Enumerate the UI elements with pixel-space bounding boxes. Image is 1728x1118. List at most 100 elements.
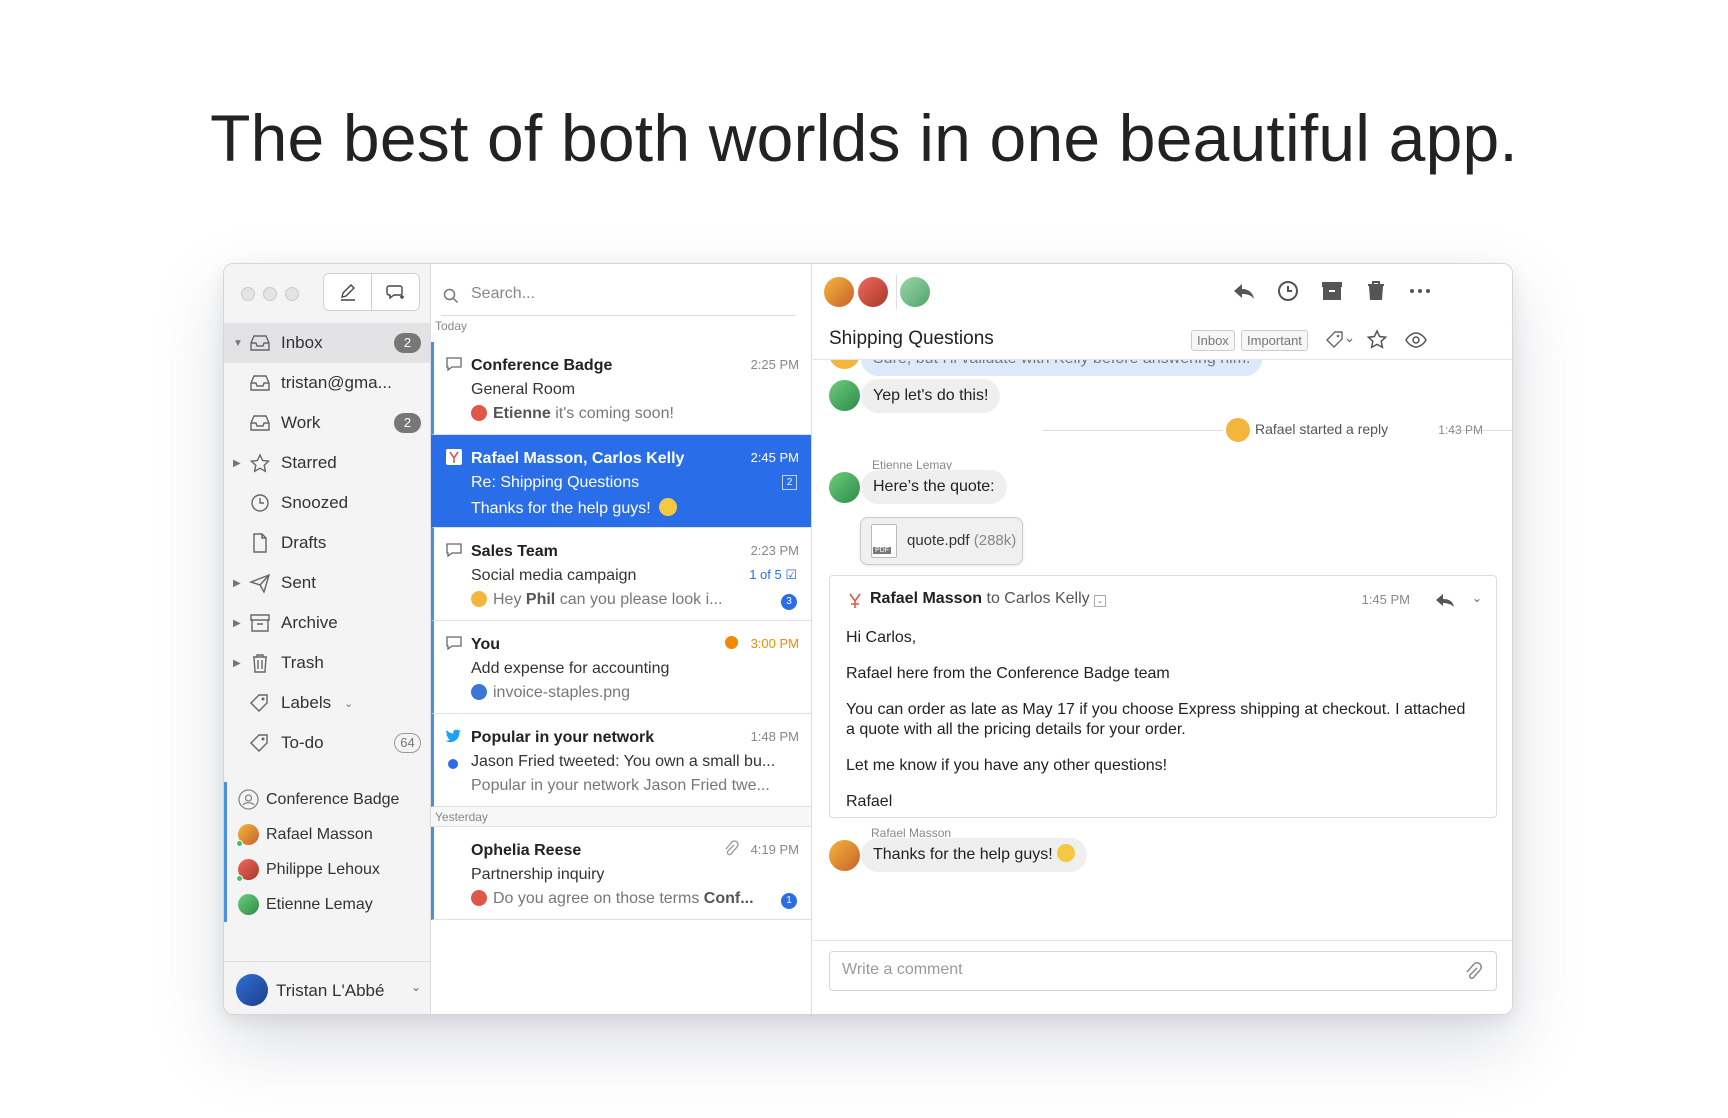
shared-item-philippe-lehoux[interactable]: Philippe Lehoux [224,852,430,887]
participant-avatar[interactable] [900,277,930,307]
expand-caret-icon[interactable]: ▶ [233,618,241,629]
compose-icon [340,284,355,301]
trash-icon[interactable] [1363,278,1389,304]
message-row[interactable]: Conference Badge 2:25 PM General Room Et… [431,342,811,435]
message-time: 2:45 PM [750,450,799,465]
expand-caret-icon[interactable]: ▼ [233,338,243,349]
sidebar-item-label: Labels [281,693,332,712]
email-from: Rafael Masson to Carlos Kelly ⌄ [870,590,1107,608]
clock-icon [251,494,269,512]
email-body: Hi Carlos, Rafael here from the Conferen… [846,628,1466,828]
snooze-icon[interactable] [1275,278,1301,304]
preview-text: it's coming soon! [555,405,674,422]
close-window-button[interactable] [241,287,255,301]
pdf-label: PDF [873,547,891,554]
expand-caret-icon[interactable]: ▶ [233,578,241,589]
attachment-pdf[interactable]: PDF quote.pdf (288k) [860,517,1023,565]
chevron-down-icon[interactable]: ⌄ [1472,591,1482,605]
search-input[interactable] [471,285,791,303]
document-icon [253,533,267,553]
sidebar-item-gmail[interactable]: tristan@gma... [224,363,430,403]
divider [896,275,897,309]
sidebar-item-labels[interactable]: Labels ⌄ [224,683,430,723]
compose-group [323,273,420,311]
reply-icon[interactable] [1231,278,1257,304]
sidebar-item-starred[interactable]: ▶ Starred [224,443,430,483]
attachment-file: quote.pdf [907,532,970,549]
reply-icon[interactable] [1434,590,1456,610]
avatar [236,974,268,1006]
avatar [1226,418,1250,442]
chat-bubble-icon [446,357,462,372]
participant-avatar[interactable] [824,277,854,307]
more-icon[interactable] [1407,278,1433,304]
message-row[interactable]: You 3:00 PM Add expense for accounting i… [431,621,811,714]
message-preview: Thanks for the help guys! [471,498,791,518]
sidebar-item-archive[interactable]: ▶ Archive [224,603,430,643]
recipient-name: Carlos Kelly [1004,590,1090,607]
archive-icon[interactable] [1319,278,1345,304]
tag-dropdown-icon[interactable] [1325,330,1355,350]
message-time: 1:48 PM [750,729,799,744]
message-time: 4:19 PM [750,842,799,857]
sidebar-item-inbox[interactable]: ▼ Inbox 2 [224,323,430,363]
expand-caret-icon[interactable]: ▶ [233,658,241,669]
sidebar-item-snoozed[interactable]: Snoozed [224,483,430,523]
shared-item-etienne-lemay[interactable]: Etienne Lemay [224,887,430,922]
preview-text: can you please look i... [559,591,723,608]
label-tag[interactable]: Important [1241,330,1308,351]
participant-avatar[interactable] [858,277,888,307]
message-preview: Do you agree on those terms Conf... [471,890,791,908]
message-preview: Etienne it's coming soon! [471,405,791,423]
compose-button[interactable] [324,274,371,310]
attachment-size: (288k) [973,532,1017,549]
eye-icon[interactable] [1405,330,1427,350]
team-icon [238,789,259,810]
avatar [829,380,860,411]
sidebar-item-label: Inbox [281,333,323,352]
shared-item-rafael-masson[interactable]: Rafael Masson [224,817,430,852]
sidebar-item-label: Drafts [281,533,327,552]
message-row[interactable]: Sales Team 2:23 PM Social media campaign… [431,528,811,621]
conversation-title: Shipping Questions [829,328,994,349]
email-paragraph: You can order as late as May 17 if you c… [846,701,1466,738]
unread-badge: 3 [781,594,797,610]
paperclip-icon[interactable] [1464,962,1482,982]
sidebar-item-trash[interactable]: ▶ Trash [224,643,430,683]
message-sender: You [471,636,501,653]
chevron-down-icon[interactable]: ⌄ [344,697,353,710]
zoom-window-button[interactable] [285,287,299,301]
sidebar-item-sent[interactable]: ▶ Sent [224,563,430,603]
expand-recipients-icon[interactable]: ⌄ [1094,595,1107,607]
count-badge: 64 [394,733,421,753]
star-icon[interactable] [1366,329,1388,351]
sidebar-item-label: tristan@gma... [281,373,392,392]
message-subject: Partnership inquiry [471,866,605,883]
chat-bubble-icon [446,543,462,558]
twitter-bird-icon [445,729,461,743]
message-sender: Ophelia Reese [471,842,582,859]
comment-input[interactable] [842,961,1402,979]
sidebar-item-todo[interactable]: To-do 64 [224,723,430,763]
conversation-header: Shipping Questions Inbox Important [813,320,1512,360]
tag-icon [250,694,268,712]
sidebar-item-label: Sent [281,573,316,592]
minimize-window-button[interactable] [263,287,277,301]
label-tag[interactable]: Inbox [1191,330,1235,351]
message-sender: Sales Team [471,543,558,560]
account-switcher[interactable]: Tristan L'Abbé ⌄ [224,961,430,1014]
sidebar-item-work[interactable]: Work 2 [224,403,430,443]
expand-caret-icon[interactable]: ▶ [233,458,241,469]
avatar [238,894,259,915]
inbox-icon [250,335,270,351]
trash-icon [253,654,267,673]
sidebar-item-drafts[interactable]: Drafts [224,523,430,563]
preview-author: Etienne [493,405,551,422]
app-window: ▼ Inbox 2 tristan@gma... Work 2 ▶ Starre… [223,263,1513,1015]
message-row-selected[interactable]: Rafael Masson, Carlos Kelly 2:45 PM Re: … [431,435,811,528]
message-row[interactable]: Ophelia Reese 4:19 PM Partnership inquir… [431,827,811,920]
new-chat-button[interactable] [371,274,419,310]
message-sender: Rafael Masson, Carlos Kelly [471,450,685,467]
shared-item-conference-badge[interactable]: Conference Badge [224,782,430,817]
message-row[interactable]: Popular in your network 1:48 PM Jason Fr… [431,714,811,807]
